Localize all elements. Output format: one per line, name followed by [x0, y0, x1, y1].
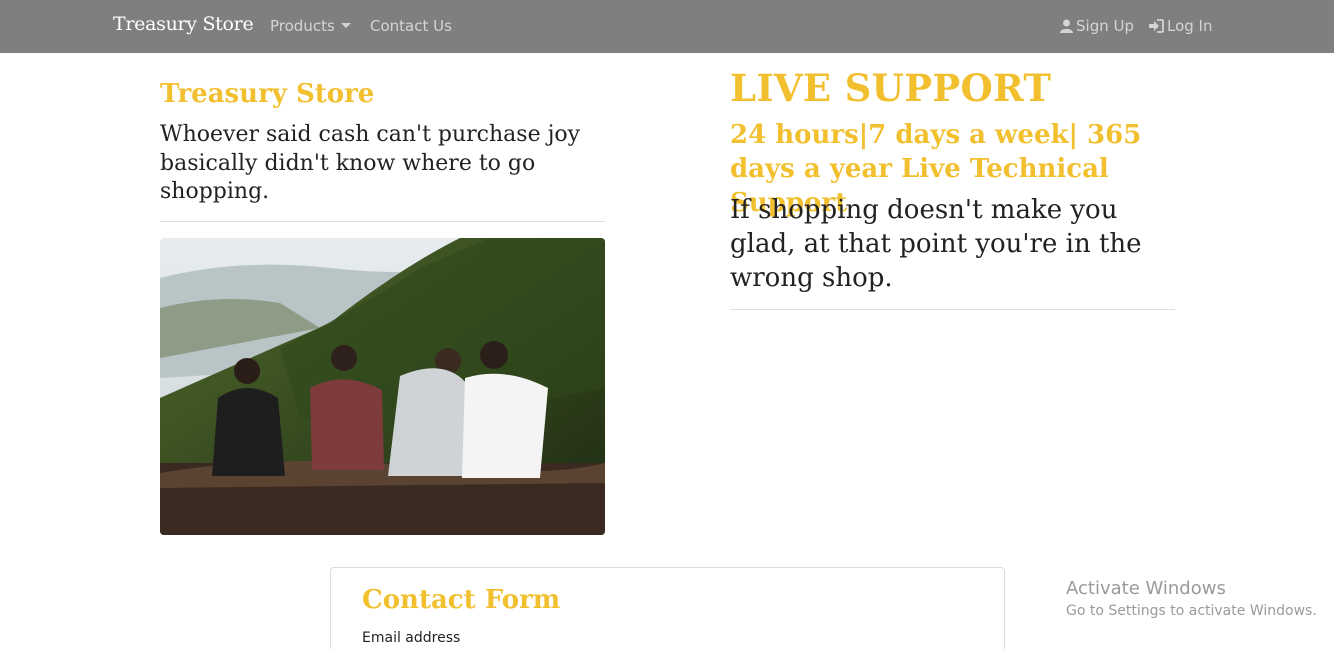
store-title: Treasury Store [160, 79, 375, 109]
contact-form-card: Contact Form Email address [330, 567, 1005, 649]
email-label: Email address [362, 630, 461, 646]
nav-sign-up[interactable]: Sign Up [1060, 17, 1134, 35]
store-quote: Whoever said cash can't purchase joy bas… [160, 122, 581, 204]
contact-form-title: Contact Form [362, 585, 561, 615]
user-icon [1060, 19, 1073, 33]
log-in-label: Log In [1167, 17, 1213, 35]
divider [160, 221, 605, 222]
navbar: Treasury Store Products Contact Us Sign … [0, 0, 1334, 53]
sign-in-icon [1149, 19, 1164, 33]
sign-up-label: Sign Up [1076, 17, 1134, 35]
live-support-title: LIVE SUPPORT [730, 66, 1052, 110]
nav-contact-us[interactable]: Contact Us [370, 17, 452, 35]
activate-windows-title: Activate Windows [1066, 578, 1226, 599]
divider [730, 309, 1175, 310]
brand-logo[interactable]: Treasury Store [113, 13, 254, 35]
live-support-quote: If shopping doesn't make you glad, at th… [730, 195, 1142, 293]
hero-image [160, 238, 605, 535]
nav-products-dropdown[interactable]: Products [270, 17, 351, 35]
nav-products-label: Products [270, 17, 335, 35]
chevron-down-icon [340, 23, 351, 28]
nav-log-in[interactable]: Log In [1149, 17, 1213, 35]
activate-windows-subtitle: Go to Settings to activate Windows. [1066, 603, 1317, 619]
